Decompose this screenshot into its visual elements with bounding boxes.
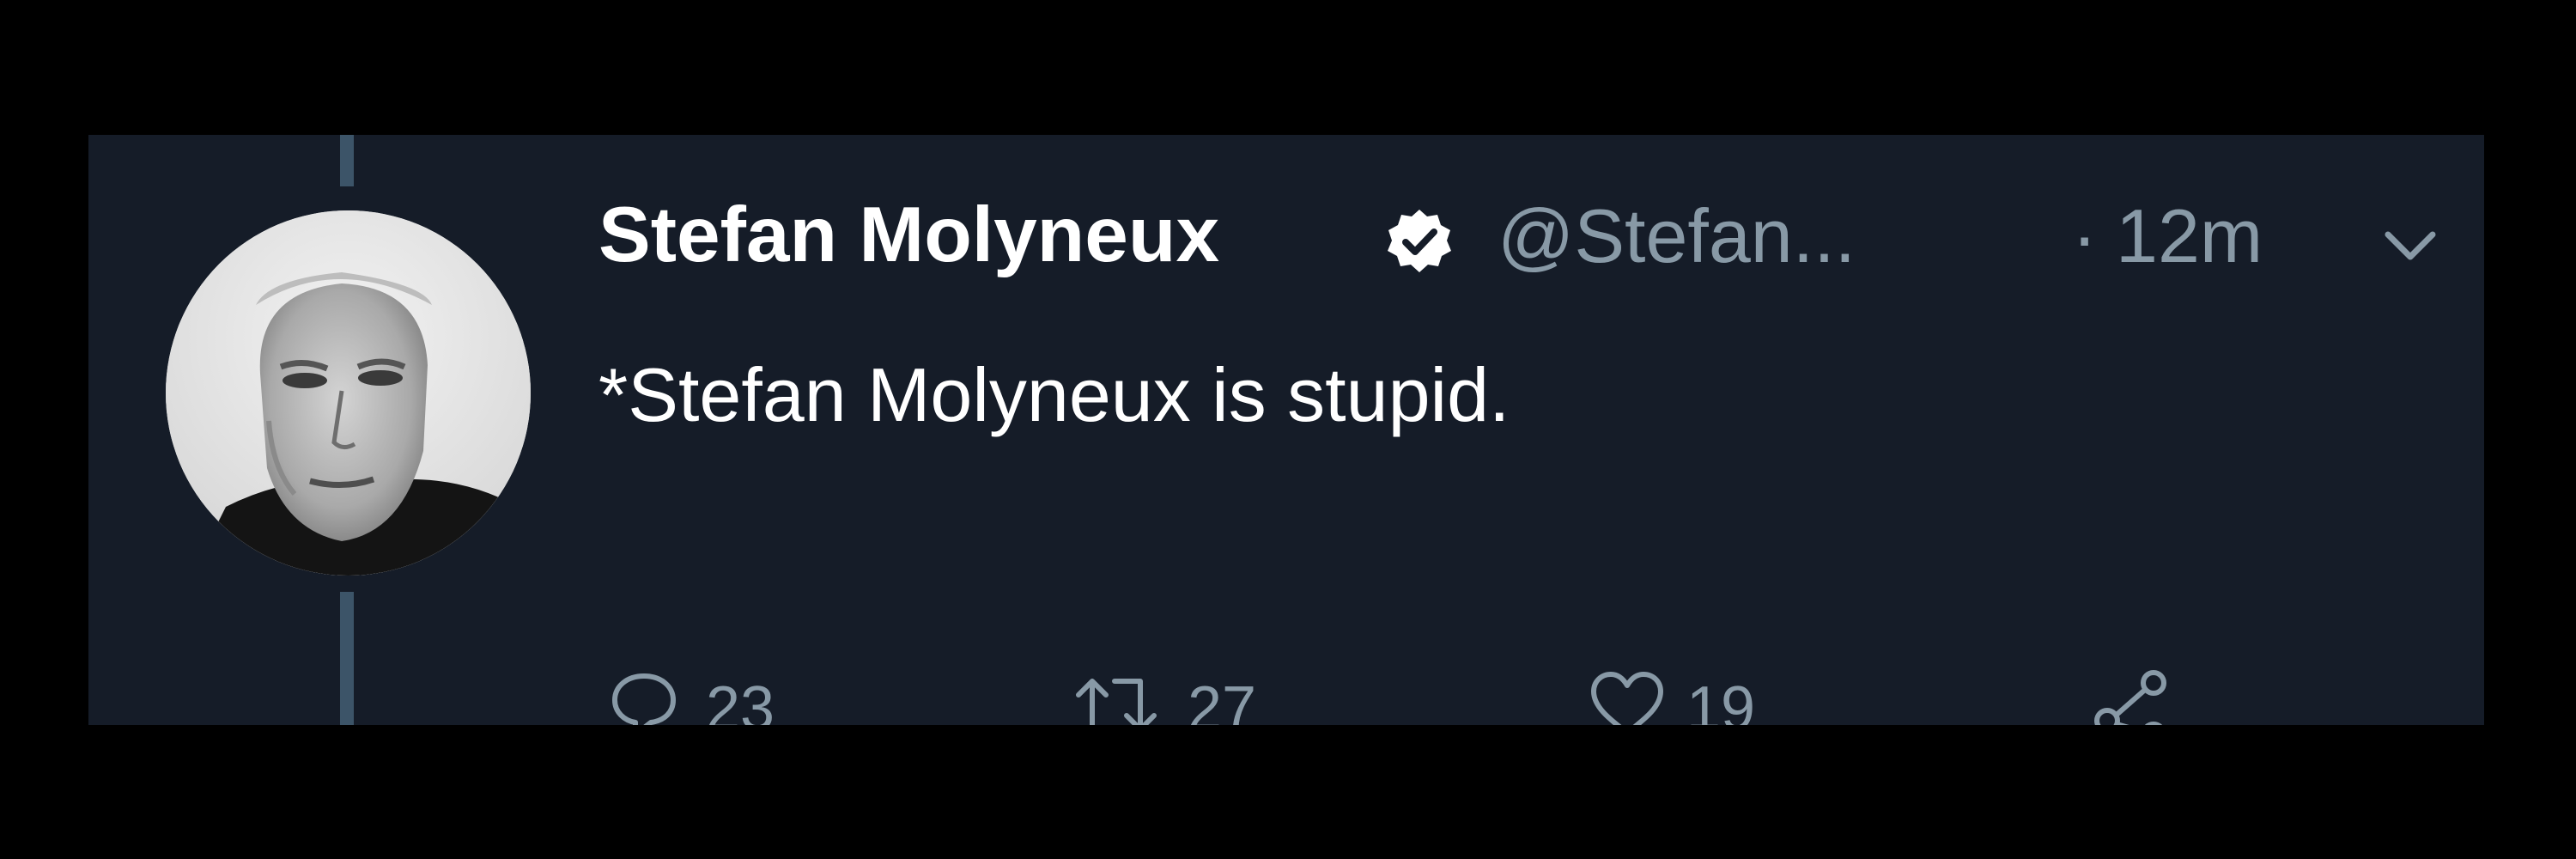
timestamp[interactable]: 12m <box>2116 198 2263 274</box>
reply-button[interactable]: 23 <box>610 669 799 725</box>
reply-count: 23 <box>706 674 775 725</box>
display-name[interactable]: Stefan Molyneux <box>598 196 1219 274</box>
reply-icon <box>612 673 676 725</box>
heart-icon <box>1591 672 1663 725</box>
tweet-card[interactable]: Stefan Molyneux @Stefan... · 12m *Stefan… <box>88 135 2484 725</box>
share-button[interactable] <box>2088 669 2183 725</box>
handle[interactable]: @Stefan... <box>1498 198 1856 274</box>
avatar-photo <box>166 210 531 576</box>
separator: · <box>2072 193 2098 278</box>
thread-line-bottom <box>340 592 354 725</box>
like-button[interactable]: 19 <box>1589 669 1786 725</box>
retweet-button[interactable]: 27 <box>1073 669 1288 725</box>
retweet-icon <box>1076 679 1157 725</box>
thread-line-top <box>340 135 354 186</box>
like-count: 19 <box>1686 674 1756 725</box>
tweet-text: *Stefan Molyneux is stupid. <box>598 352 1510 437</box>
retweet-count: 27 <box>1188 674 1257 725</box>
avatar[interactable] <box>166 210 531 576</box>
verified-badge-icon <box>1388 210 1451 272</box>
share-icon <box>2094 670 2166 725</box>
chevron-down-icon[interactable] <box>2383 229 2438 264</box>
